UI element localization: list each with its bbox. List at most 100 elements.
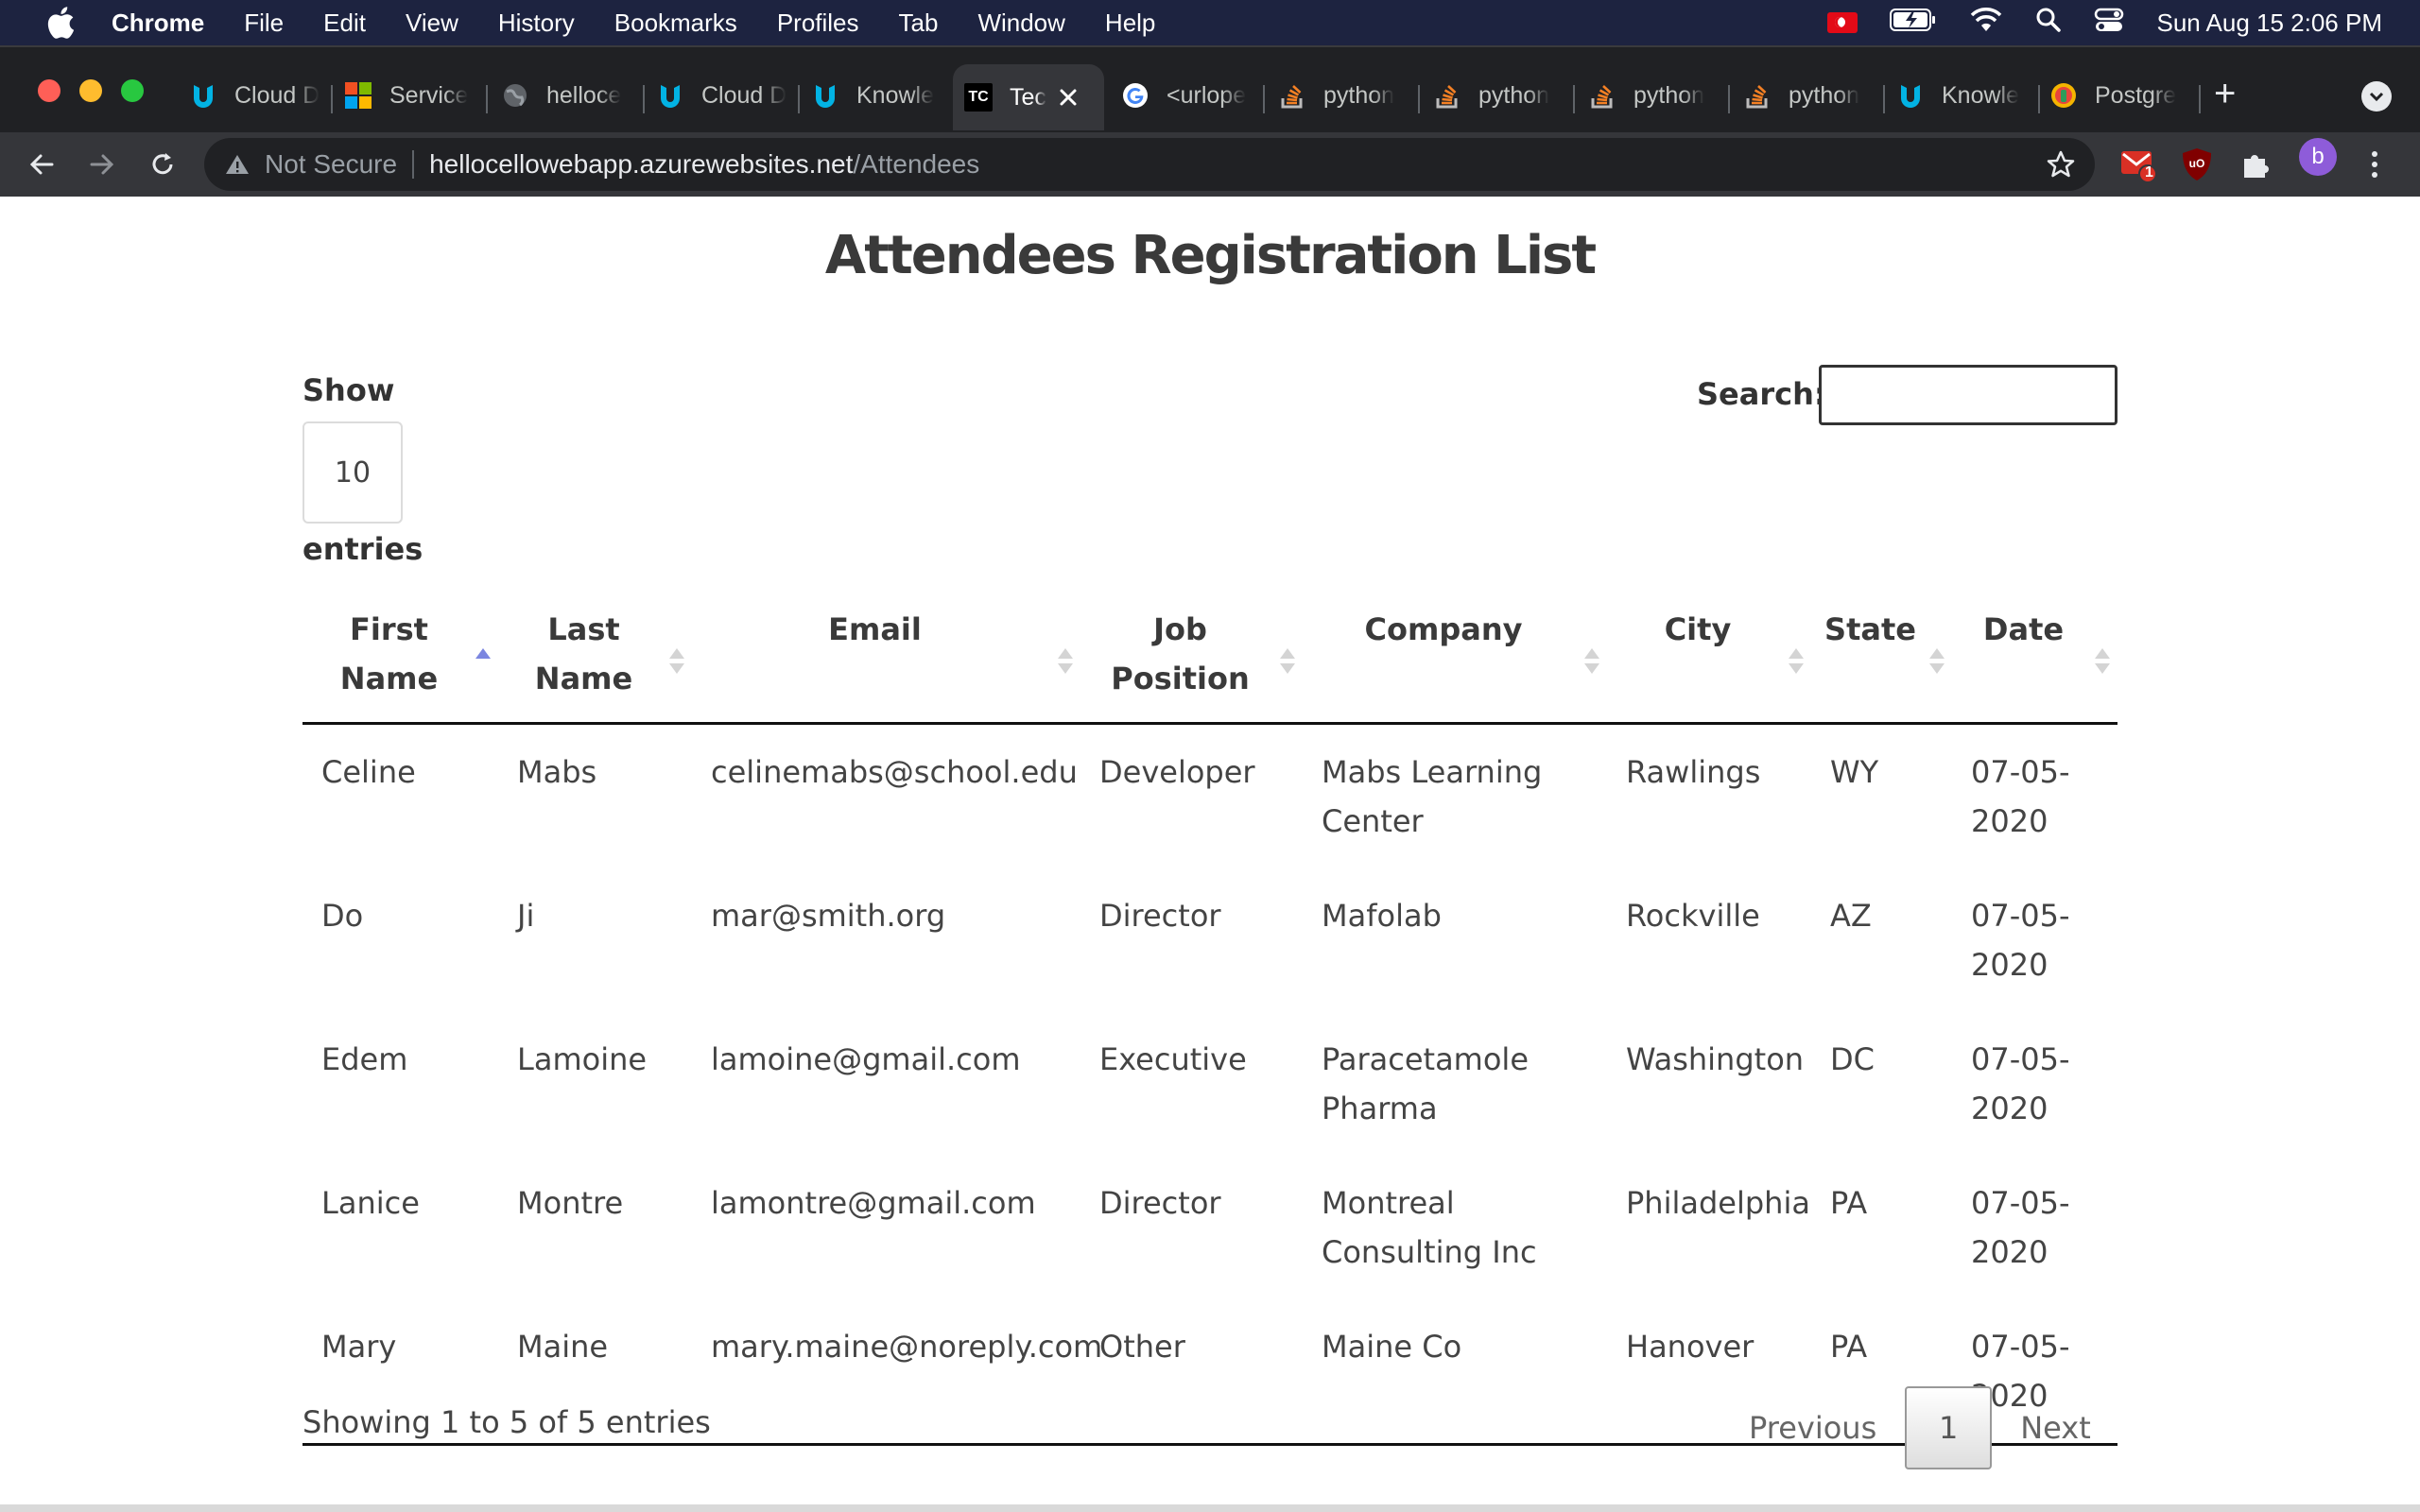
tab-cloud-devops-2[interactable]: Cloud D <box>656 68 788 123</box>
tab-separator <box>1263 85 1265 113</box>
browser-toolbar: Not Secure hellocellowebapp.azurewebsite… <box>0 132 2420 197</box>
page-1-button[interactable]: 1 <box>1905 1386 1993 1469</box>
column-header-date[interactable]: Date <box>1952 601 2118 725</box>
column-header-label: Date <box>1982 611 2065 647</box>
menu-edit[interactable]: Edit <box>323 9 366 38</box>
tab-label: Cloud D <box>701 81 787 109</box>
tab-cloud-devops-1[interactable]: Cloud D <box>189 68 321 123</box>
tab-separator <box>1728 85 1730 113</box>
spotlight-search-icon[interactable] <box>2035 7 2062 40</box>
sort-both-icon <box>1582 646 1599 680</box>
menu-file[interactable]: File <box>244 9 284 38</box>
tab-postgres[interactable]: Postgre <box>2049 68 2191 123</box>
tab-stackoverflow-1[interactable]: python <box>1278 68 1410 123</box>
url-host: hellocellowebapp.azurewebsites.net <box>429 149 854 179</box>
menu-profiles[interactable]: Profiles <box>777 9 859 38</box>
tab-label: python <box>1323 81 1395 109</box>
column-header-city[interactable]: City <box>1607 601 1811 725</box>
tab-stackoverflow-2[interactable]: python <box>1433 68 1565 123</box>
turkish-flag-input-icon[interactable] <box>1827 12 1858 33</box>
ublock-origin-icon[interactable]: uO <box>2178 146 2216 183</box>
tab-knowledge-2[interactable]: Knowle <box>1896 68 2029 123</box>
menu-bookmarks[interactable]: Bookmarks <box>614 9 737 38</box>
address-bar[interactable]: Not Secure hellocellowebapp.azurewebsite… <box>204 138 2095 191</box>
new-tab-button[interactable]: + <box>2214 75 2236 112</box>
warning-triangle-icon[interactable] <box>225 151 251 178</box>
tab-search-chevron-icon[interactable] <box>2361 81 2392 112</box>
forward-arrow-icon[interactable] <box>83 146 121 183</box>
mail-badge-count: 1 <box>2145 164 2153 180</box>
tab-techcrunch-active[interactable]: TC Tec <box>953 64 1104 130</box>
menu-view[interactable]: View <box>406 9 458 38</box>
menu-bar-status-area: Sun Aug 15 2:06 PM <box>1827 0 2382 45</box>
battery-charging-icon[interactable] <box>1890 8 1937 39</box>
attendees-table: First Name Last Name Email Job Position … <box>302 601 2118 1446</box>
sort-both-icon <box>2093 646 2110 680</box>
zoom-window-button[interactable] <box>121 79 144 102</box>
tab-hellocello[interactable]: helloce <box>501 68 633 123</box>
column-header-label: First Name <box>339 611 439 696</box>
wifi-icon[interactable] <box>1969 7 2003 40</box>
cell-city: Philadelphia <box>1626 1185 1810 1221</box>
mail-extension-icon[interactable]: 1 <box>2119 146 2157 183</box>
cell-first-name: Celine <box>321 754 416 790</box>
column-header-company[interactable]: Company <box>1303 601 1607 725</box>
tab-label: Knowle <box>1942 81 2019 109</box>
tab-stackoverflow-3[interactable]: python <box>1588 68 1720 123</box>
tab-service[interactable]: Service <box>344 68 476 123</box>
menu-app-name[interactable]: Chrome <box>112 9 204 38</box>
column-header-label: City <box>1664 611 1732 647</box>
search-input[interactable] <box>1819 365 2118 425</box>
chrome-menu-kebab-icon[interactable] <box>2356 146 2394 183</box>
menu-help[interactable]: Help <box>1105 9 1155 38</box>
control-center-icon[interactable] <box>2094 7 2124 40</box>
menu-tab[interactable]: Tab <box>899 9 939 38</box>
tab-knowledge-1[interactable]: Knowle <box>811 68 943 123</box>
previous-page-button[interactable]: Previous <box>1720 1386 1905 1469</box>
table-header-row: First Name Last Name Email Job Position … <box>302 601 2118 725</box>
close-tab-icon[interactable] <box>1058 87 1079 108</box>
reload-icon[interactable] <box>144 146 182 183</box>
column-header-first-name[interactable]: First Name <box>302 601 498 725</box>
close-window-button[interactable] <box>38 79 60 102</box>
tab-google-search[interactable]: <urlope <box>1121 68 1253 123</box>
cell-job-position: Developer <box>1099 754 1255 790</box>
menu-bar-clock[interactable]: Sun Aug 15 2:06 PM <box>2156 9 2382 38</box>
cell-first-name: Edem <box>321 1041 408 1077</box>
column-header-job-position[interactable]: Job Position <box>1080 601 1303 725</box>
column-header-last-name[interactable]: Last Name <box>498 601 692 725</box>
apple-menu-icon[interactable] <box>38 7 83 39</box>
entries-per-page-select[interactable]: 10 <box>302 421 403 524</box>
cell-first-name: Lanice <box>321 1185 420 1221</box>
address-separator <box>412 150 415 179</box>
udacity-icon <box>811 81 839 110</box>
tab-stackoverflow-4[interactable]: python <box>1743 68 1876 123</box>
tab-separator <box>331 85 333 113</box>
cell-job-position: Other <box>1080 1299 1303 1446</box>
back-arrow-icon[interactable] <box>23 146 60 183</box>
cell-state: AZ <box>1830 898 1872 934</box>
cell-date: 07-05-2020 <box>1971 898 2070 983</box>
tab-separator <box>2199 85 2201 113</box>
column-header-email[interactable]: Email <box>692 601 1080 725</box>
tab-label: Postgre <box>2095 81 2177 109</box>
minimize-window-button[interactable] <box>79 79 102 102</box>
cell-email: mary.maine@noreply.com <box>692 1299 1102 1446</box>
menu-window[interactable]: Window <box>977 9 1064 38</box>
tab-separator <box>486 85 488 113</box>
profile-avatar[interactable]: b <box>2299 138 2337 176</box>
cell-job-position: Director <box>1099 1185 1221 1221</box>
menu-history[interactable]: History <box>498 9 575 38</box>
tab-label: <urlope <box>1167 81 1247 109</box>
pagination: Previous 1 Next <box>1720 1385 2119 1470</box>
window-controls <box>38 79 144 102</box>
not-secure-label[interactable]: Not Secure <box>265 149 397 180</box>
bookmark-star-icon[interactable] <box>2046 149 2076 180</box>
column-header-label: State <box>1824 611 1916 647</box>
cell-date: 07-05-2020 <box>1971 754 2070 839</box>
sort-both-icon <box>1056 646 1073 680</box>
sort-both-icon <box>1278 646 1295 680</box>
column-header-state[interactable]: State <box>1811 601 1952 725</box>
next-page-button[interactable]: Next <box>1992 1386 2119 1469</box>
extensions-puzzle-icon[interactable] <box>2237 146 2274 183</box>
